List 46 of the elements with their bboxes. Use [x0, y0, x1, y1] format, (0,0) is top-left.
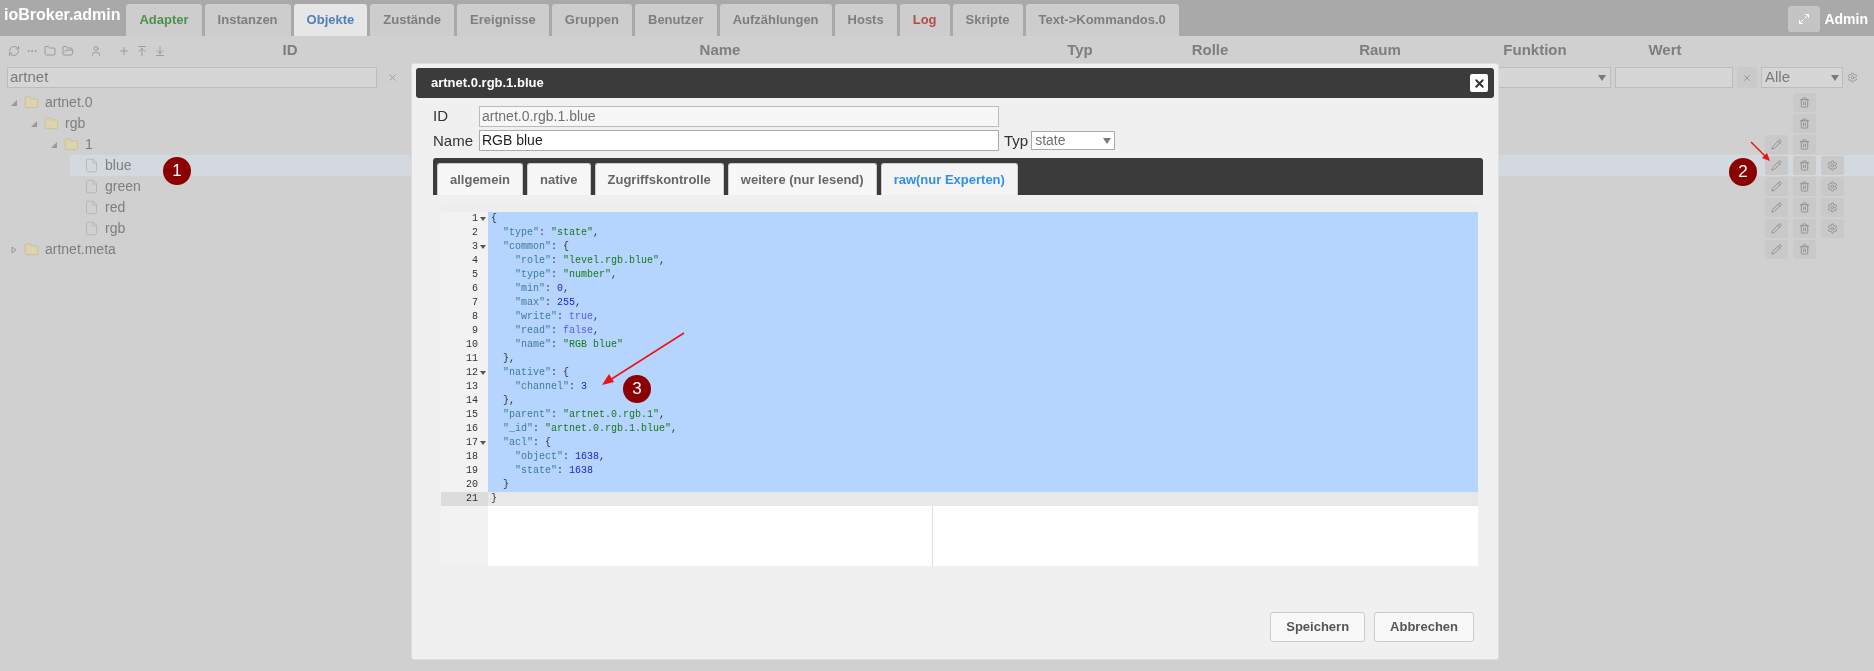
annotation-badge: 1: [163, 157, 191, 185]
tree-label: green: [105, 177, 141, 196]
line-number: 9: [472, 324, 478, 338]
dialog-title: artnet.0.rgb.1.blue: [431, 74, 544, 93]
line-number: 4: [472, 254, 478, 268]
app-title: ioBroker.admin: [3, 5, 121, 25]
id-label: ID: [433, 106, 449, 126]
line-number: 18: [466, 450, 478, 464]
tree-label: rgb: [105, 219, 126, 238]
line-number: 12: [466, 366, 478, 380]
line-number: 14: [466, 394, 478, 408]
column-header: Typ: [1067, 40, 1093, 61]
line-number: 19: [466, 464, 478, 478]
line-number: 10: [466, 338, 478, 352]
line-number: 7: [472, 296, 478, 310]
type-label: Typ: [1004, 130, 1029, 151]
line-number: 21: [466, 492, 478, 506]
tree-label: red: [105, 198, 126, 217]
line-number: 6: [472, 282, 478, 296]
line-number: 17: [466, 436, 478, 450]
column-header: Raum: [1359, 40, 1401, 61]
line-number: 2: [472, 226, 478, 240]
line-number: 15: [466, 408, 478, 422]
tree-label: blue: [105, 156, 132, 175]
line-number: 13: [466, 380, 478, 394]
tree-label: rgb: [65, 114, 86, 133]
line-number: 11: [466, 352, 478, 366]
select-value: state: [1035, 131, 1066, 151]
admin-label: Admin: [1824, 9, 1868, 29]
column-header: ID: [282, 40, 298, 61]
select-value: Alle: [1765, 67, 1790, 88]
line-number: 8: [472, 310, 478, 324]
column-header: Rolle: [1191, 40, 1229, 61]
column-header: Wert: [1648, 40, 1682, 61]
line-number: 20: [466, 478, 478, 492]
column-header: Name: [699, 40, 741, 61]
tree-label: artnet.0: [45, 93, 93, 112]
tree-label: 1: [85, 135, 93, 154]
annotation-badge: 2: [1729, 158, 1757, 186]
name-label: Name: [433, 130, 474, 151]
line-number: 16: [466, 422, 478, 436]
column-header: Funktion: [1503, 40, 1567, 61]
line-number: 3: [472, 240, 478, 254]
tree-label: artnet.meta: [45, 240, 116, 259]
line-number: 5: [472, 268, 478, 282]
line-number: 1: [472, 212, 478, 226]
